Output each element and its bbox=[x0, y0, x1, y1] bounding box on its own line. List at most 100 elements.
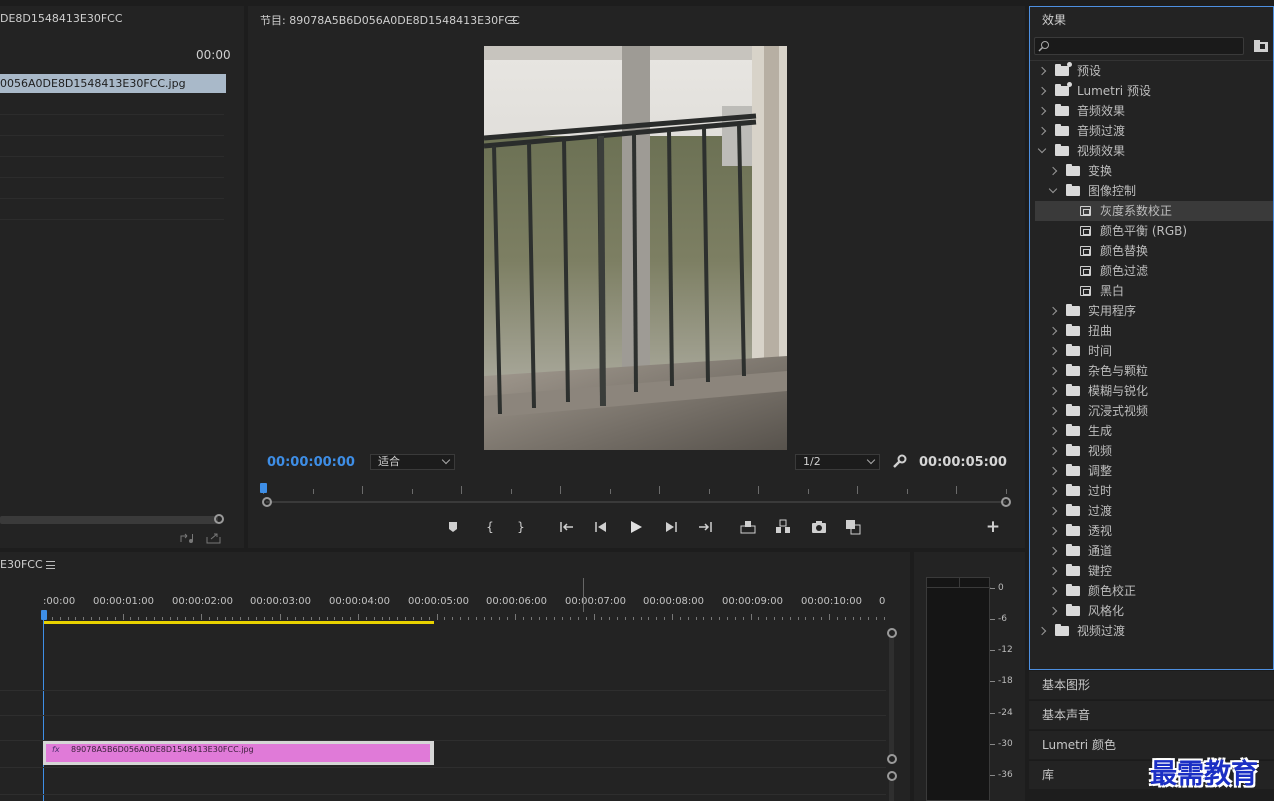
effects-tree-item[interactable]: 颜色平衡 (RGB) bbox=[1035, 221, 1273, 241]
chevron-right-icon[interactable] bbox=[1048, 466, 1058, 476]
effects-tree-item[interactable]: 实用程序 bbox=[1035, 301, 1273, 321]
effects-tree-item[interactable]: 通道 bbox=[1035, 541, 1273, 561]
chevron-down-icon[interactable] bbox=[1048, 184, 1058, 194]
chevron-right-icon[interactable] bbox=[1048, 566, 1058, 576]
effects-search-input[interactable] bbox=[1034, 37, 1244, 55]
settings-wrench-icon[interactable] bbox=[891, 454, 907, 470]
effects-tree-item[interactable]: 过渡 bbox=[1035, 501, 1273, 521]
effects-tree-item[interactable]: 扭曲 bbox=[1035, 321, 1273, 341]
comparison-view-icon[interactable] bbox=[844, 518, 862, 536]
chevron-right-icon[interactable] bbox=[1037, 66, 1047, 76]
effects-tree-item[interactable]: 图像控制 bbox=[1035, 181, 1273, 201]
lift-icon[interactable] bbox=[739, 518, 757, 536]
play-icon[interactable] bbox=[627, 518, 645, 536]
chevron-right-icon[interactable] bbox=[1048, 306, 1058, 316]
timeline-title[interactable]: E30FCC bbox=[0, 558, 43, 571]
timeline-clip[interactable]: fx 89078A5B6D056A0DE8D1548413E30FCC.jpg bbox=[43, 741, 434, 765]
effects-tree-item[interactable]: 调整 bbox=[1035, 461, 1273, 481]
fit-select[interactable]: 适合 bbox=[370, 454, 455, 470]
extract-icon[interactable] bbox=[774, 518, 792, 536]
effects-tree-item[interactable]: 视频 bbox=[1035, 441, 1273, 461]
go-to-in-icon[interactable] bbox=[558, 518, 576, 536]
vscroll-handle-audio[interactable] bbox=[887, 771, 897, 781]
project-list-item-selected[interactable]: 0056A0DE8D1548413E30FCC.jpg bbox=[0, 74, 226, 93]
effects-tree-item[interactable]: 音频效果 bbox=[1035, 101, 1273, 121]
chevron-right-icon[interactable] bbox=[1048, 366, 1058, 376]
effects-tree-item[interactable]: 预设 bbox=[1035, 61, 1273, 81]
chevron-right-icon[interactable] bbox=[1048, 506, 1058, 516]
chevron-right-icon[interactable] bbox=[1048, 546, 1058, 556]
program-current-timecode[interactable]: 00:00:00:00 bbox=[267, 455, 355, 470]
mark-in-icon[interactable]: { bbox=[481, 518, 499, 536]
step-back-icon[interactable] bbox=[592, 518, 610, 536]
go-to-out-icon[interactable] bbox=[696, 518, 714, 536]
effects-tree-item[interactable]: 灰度系数校正 bbox=[1035, 201, 1273, 221]
timeline-playhead-handle[interactable] bbox=[41, 610, 47, 620]
scrollbar-handle-left[interactable] bbox=[262, 497, 272, 507]
project-panel-title[interactable]: DE8D1548413E30FCC bbox=[0, 12, 123, 25]
effects-tree-item[interactable]: 沉浸式视频 bbox=[1035, 401, 1273, 421]
chevron-right-icon[interactable] bbox=[1048, 606, 1058, 616]
marker-icon[interactable] bbox=[444, 518, 462, 536]
chevron-right-icon[interactable] bbox=[1037, 626, 1047, 636]
panel-menu-icon[interactable] bbox=[508, 16, 517, 24]
effects-tree-label: 生成 bbox=[1088, 424, 1113, 438]
work-area-bar[interactable] bbox=[43, 621, 434, 624]
vscroll-handle-bottom[interactable] bbox=[887, 754, 897, 764]
audio-vscroll-track[interactable] bbox=[889, 781, 894, 801]
effects-tree-item[interactable]: 颜色替换 bbox=[1035, 241, 1273, 261]
step-forward-icon[interactable] bbox=[662, 518, 680, 536]
effects-tree-item[interactable]: 杂色与颗粒 bbox=[1035, 361, 1273, 381]
chevron-right-icon[interactable] bbox=[1048, 166, 1058, 176]
effects-tree-item[interactable]: 过时 bbox=[1035, 481, 1273, 501]
chevron-right-icon[interactable] bbox=[1048, 326, 1058, 336]
add-button-icon[interactable]: + bbox=[984, 518, 1002, 536]
chevron-right-icon[interactable] bbox=[1048, 406, 1058, 416]
effects-tree-item[interactable]: 颜色校正 bbox=[1035, 581, 1273, 601]
chevron-right-icon[interactable] bbox=[1048, 446, 1058, 456]
effects-tree-item[interactable]: 音频过渡 bbox=[1035, 121, 1273, 141]
side-panel-tab[interactable]: 基本声音 bbox=[1029, 700, 1274, 729]
effects-tree-item[interactable]: 透视 bbox=[1035, 521, 1273, 541]
effects-tree-item[interactable]: 风格化 bbox=[1035, 601, 1273, 621]
effects-panel-title[interactable]: 效果 bbox=[1042, 11, 1066, 28]
program-playhead[interactable] bbox=[260, 483, 267, 493]
chevron-right-icon[interactable] bbox=[1037, 126, 1047, 136]
chevron-right-icon[interactable] bbox=[1048, 526, 1058, 536]
effects-tree-item[interactable]: 模糊与锐化 bbox=[1035, 381, 1273, 401]
chevron-right-icon[interactable] bbox=[1048, 426, 1058, 436]
vscroll-handle-top[interactable] bbox=[887, 628, 897, 638]
chevron-down-icon[interactable] bbox=[1037, 144, 1047, 154]
effects-tree-item[interactable]: 生成 bbox=[1035, 421, 1273, 441]
fx-badge-icon[interactable]: fx bbox=[52, 745, 60, 754]
side-panel-tab[interactable]: 基本图形 bbox=[1029, 670, 1274, 699]
automate-to-sequence-icon[interactable] bbox=[179, 532, 195, 544]
effects-tree-item[interactable]: 黑白 bbox=[1035, 281, 1273, 301]
resolution-select[interactable]: 1/2 bbox=[795, 454, 880, 470]
chevron-right-icon[interactable] bbox=[1037, 106, 1047, 116]
timeline-vscroll-track[interactable] bbox=[889, 636, 894, 756]
program-scrollbar-track[interactable] bbox=[266, 501, 1006, 503]
chevron-right-icon[interactable] bbox=[1048, 486, 1058, 496]
effects-tree-item[interactable]: 视频效果 bbox=[1035, 141, 1273, 161]
effects-tree-item[interactable]: 视频过渡 bbox=[1035, 621, 1273, 641]
effects-tree-item[interactable]: 键控 bbox=[1035, 561, 1273, 581]
program-mini-ruler[interactable] bbox=[263, 486, 1008, 494]
export-frame-icon[interactable] bbox=[810, 518, 828, 536]
effects-tree-item[interactable]: 颜色过滤 bbox=[1035, 261, 1273, 281]
chevron-right-icon[interactable] bbox=[1037, 86, 1047, 96]
chevron-right-icon[interactable] bbox=[1048, 346, 1058, 356]
effects-tree-item[interactable]: 时间 bbox=[1035, 341, 1273, 361]
effects-tree-item[interactable]: Lumetri 预设 bbox=[1035, 81, 1273, 101]
program-monitor-title[interactable]: 节目: 89078A5B6D056A0DE8D1548413E30FCC bbox=[260, 12, 520, 28]
effects-tree-item[interactable]: 变换 bbox=[1035, 161, 1273, 181]
scrollbar-handle-right[interactable] bbox=[1001, 497, 1011, 507]
zoom-slider-handle[interactable] bbox=[214, 514, 224, 524]
new-bin-icon[interactable] bbox=[1253, 38, 1269, 53]
chevron-right-icon[interactable] bbox=[1048, 586, 1058, 596]
chevron-right-icon[interactable] bbox=[1048, 386, 1058, 396]
mark-out-icon[interactable]: } bbox=[512, 518, 530, 536]
zoom-slider-track[interactable] bbox=[0, 516, 218, 524]
panel-menu-icon[interactable] bbox=[46, 561, 55, 569]
export-icon[interactable] bbox=[206, 532, 222, 544]
